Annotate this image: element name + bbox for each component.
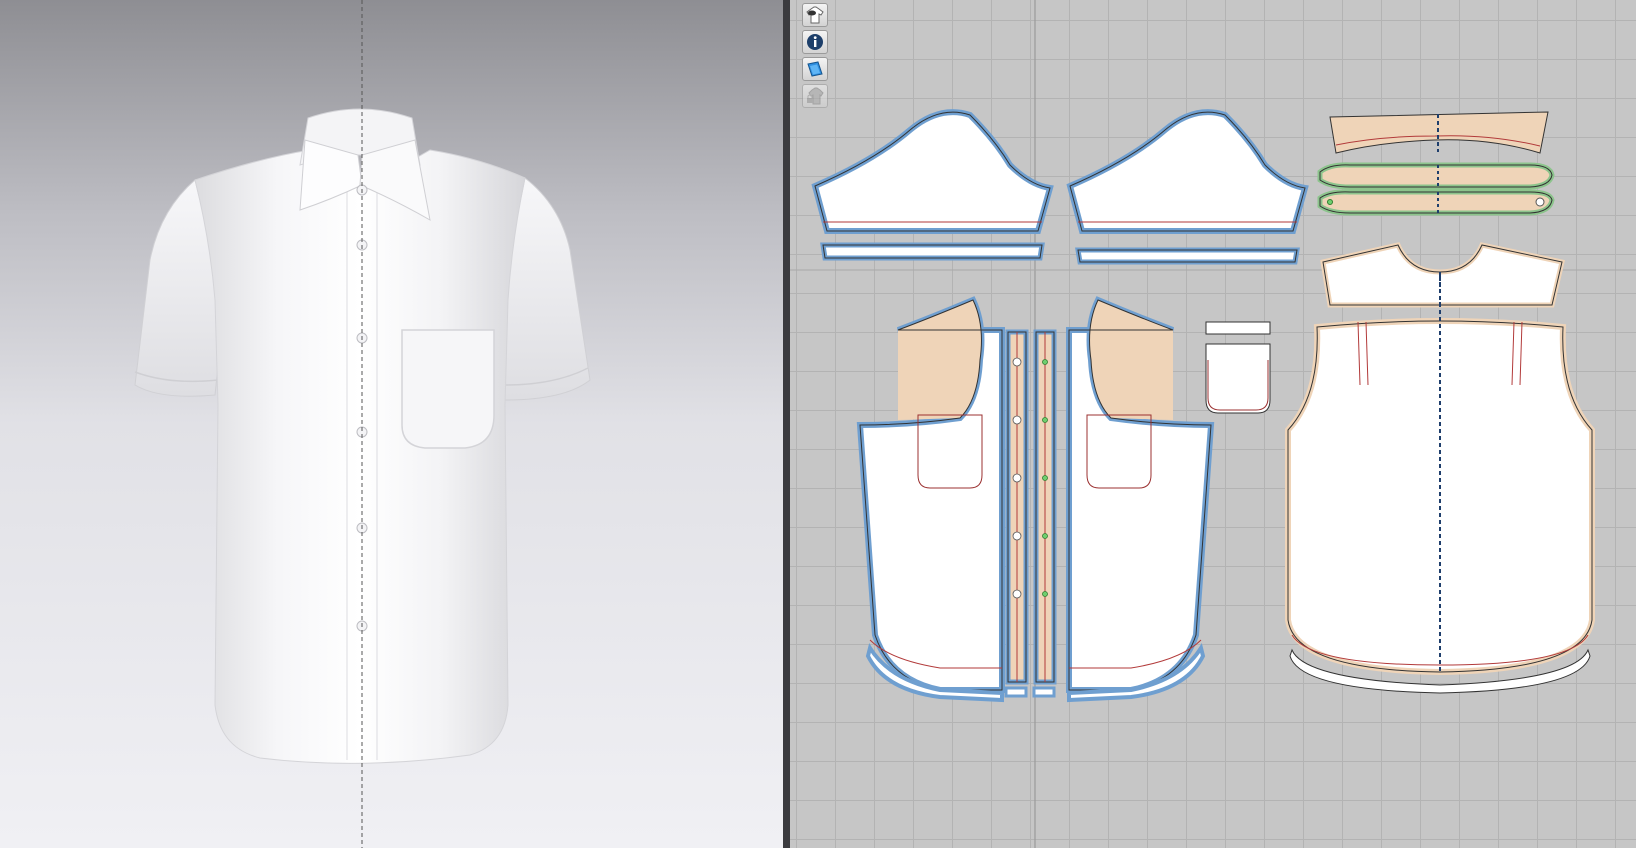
buttonhole-mark xyxy=(1535,197,1545,207)
buttonhole-mark xyxy=(1012,415,1022,425)
garment-visibility-icon xyxy=(806,6,824,24)
2d-pattern-viewport[interactable] xyxy=(790,0,1636,848)
buttonhole-mark xyxy=(1012,473,1022,483)
info-icon xyxy=(807,34,823,50)
button-mark xyxy=(1042,359,1048,365)
lock-garment-icon xyxy=(807,87,824,105)
button-mark xyxy=(1042,475,1048,481)
pattern-piece-pocket-flap[interactable] xyxy=(1205,321,1271,335)
garment-visibility-button[interactable] xyxy=(802,3,828,27)
pattern-piece-sleeve-left[interactable] xyxy=(811,109,1054,234)
pattern-piece-back[interactable] xyxy=(1285,275,1595,676)
buttonhole-mark xyxy=(1012,531,1022,541)
button-mark xyxy=(1327,199,1333,205)
info-button[interactable] xyxy=(802,30,828,54)
pattern-piece-cuff-right[interactable] xyxy=(1075,247,1300,265)
pattern-piece-collar-stand-inner[interactable] xyxy=(1317,189,1555,216)
lock-garment-button[interactable] xyxy=(802,84,828,108)
pattern-piece-sleeve-right[interactable] xyxy=(1066,109,1309,234)
pattern-canvas[interactable] xyxy=(790,0,1636,848)
texture-view-icon xyxy=(807,61,823,77)
3d-viewport[interactable] xyxy=(0,0,783,848)
pattern-piece-yoke[interactable] xyxy=(1320,242,1566,308)
viewport-divider[interactable] xyxy=(783,0,790,848)
pattern-piece-collar-stand[interactable] xyxy=(1317,162,1555,190)
2d-toolbar xyxy=(802,3,832,108)
buttonhole-mark xyxy=(1012,357,1022,367)
texture-view-button[interactable] xyxy=(802,57,828,81)
pattern-piece-placket-right[interactable] xyxy=(1033,329,1057,685)
button-mark xyxy=(1042,417,1048,423)
chest-pocket xyxy=(401,329,495,449)
pattern-piece-pocket[interactable] xyxy=(1205,343,1271,414)
pattern-piece-placket-left[interactable] xyxy=(1005,329,1029,685)
pattern-piece-front-right[interactable] xyxy=(1066,296,1215,693)
buttonhole-mark xyxy=(1012,589,1022,599)
pattern-piece-collar[interactable] xyxy=(1329,111,1549,154)
pattern-piece-cuff-left[interactable] xyxy=(820,242,1045,261)
pattern-piece-front-left[interactable] xyxy=(856,296,1005,693)
button-mark xyxy=(1042,591,1048,597)
3d-garment-render xyxy=(134,0,591,848)
pattern-piece-placket-tabs[interactable] xyxy=(1004,686,1056,698)
button-mark xyxy=(1042,533,1048,539)
